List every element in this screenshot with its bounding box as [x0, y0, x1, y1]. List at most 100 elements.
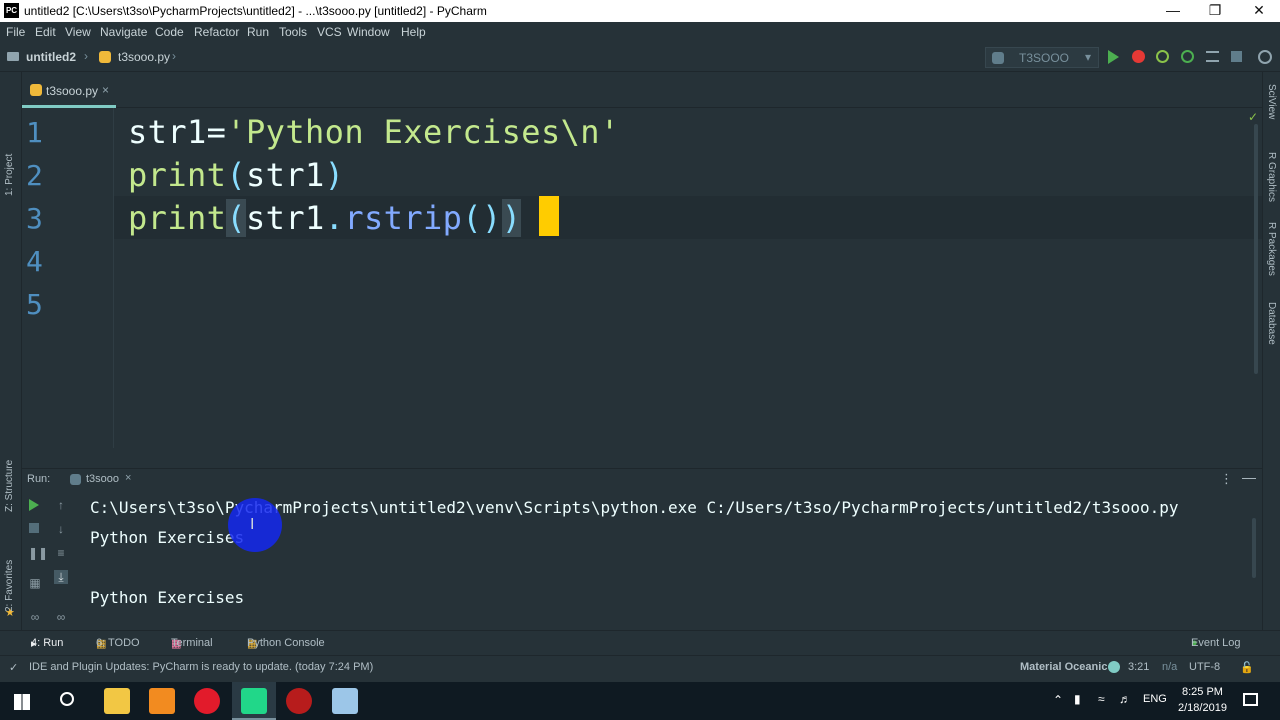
python-file-icon	[30, 84, 42, 96]
pycharm-app-icon: PC	[4, 3, 19, 18]
console-output-line: Python Exercises	[90, 588, 245, 607]
menu-refactor[interactable]: Refactor	[194, 25, 239, 39]
menu-window[interactable]: Window	[347, 25, 390, 39]
tab-run-label: 4: Run	[31, 637, 64, 649]
pycharm-taskbar-active[interactable]	[232, 682, 276, 720]
run-config-select[interactable]: T3SOOO ▾	[985, 47, 1099, 68]
menu-file[interactable]: File	[6, 25, 25, 39]
navigation-bar: untitled2 › t3sooo.py › T3SOOO ▾	[0, 42, 1280, 72]
coverage-icon[interactable]	[1156, 50, 1169, 63]
scroll-to-end-icon[interactable]: ⤓	[54, 570, 68, 584]
notifications-icon[interactable]	[1243, 693, 1258, 706]
up-arrow-icon[interactable]: ↑	[54, 498, 68, 512]
breadcrumb-project[interactable]: untitled2	[26, 50, 76, 64]
run-tab-label[interactable]: t3sooo	[86, 473, 119, 485]
favorites-tool-button[interactable]: 2: Favorites	[4, 560, 15, 612]
code-line-1: str1='Python Exercises\n'	[128, 113, 620, 151]
pause-icon[interactable]: ❚❚	[28, 546, 48, 560]
windows-start-icon[interactable]	[14, 694, 30, 710]
menu-tools[interactable]: Tools	[279, 25, 307, 39]
search-icon[interactable]	[1258, 50, 1272, 64]
code-paren: )	[501, 199, 522, 237]
right-tool-strip: SciView R Graphics R Packages Database	[1262, 72, 1280, 632]
code-token: str1	[246, 199, 325, 237]
python-icon	[70, 474, 81, 485]
code-line-2: print(str1)	[128, 156, 344, 194]
breadcrumb-file[interactable]: t3sooo.py	[118, 50, 170, 64]
menu-run[interactable]: Run	[247, 25, 269, 39]
code-line-3: print(str1.rstrip())	[128, 199, 522, 237]
lock-icon[interactable]: 🔓	[1240, 661, 1254, 674]
search-icon[interactable]	[60, 692, 74, 706]
more-options-icon[interactable]: ⋮	[1220, 471, 1233, 487]
rerun-icon[interactable]	[29, 499, 39, 511]
restore-icon[interactable]: ❐	[1192, 0, 1238, 22]
recorder-icon[interactable]	[286, 688, 312, 714]
down-arrow-icon[interactable]: ↓	[54, 522, 68, 536]
language-indicator[interactable]: ENG	[1143, 693, 1167, 705]
text-cursor-icon: I	[250, 516, 255, 533]
console-scrollbar[interactable]	[1252, 518, 1256, 578]
tab-t3sooo[interactable]: t3sooo.py ×	[22, 72, 116, 108]
minimize-icon[interactable]: —	[1150, 0, 1196, 22]
wifi-icon[interactable]: ≈	[1098, 692, 1105, 706]
app-icon[interactable]	[332, 688, 358, 714]
menu-help[interactable]: Help	[401, 25, 426, 39]
menu-edit[interactable]: Edit	[35, 25, 56, 39]
close-run-tab-icon[interactable]: ×	[125, 472, 131, 484]
line-number: 4	[26, 245, 43, 278]
hide-panel-icon[interactable]: —	[1242, 469, 1256, 485]
battery-icon[interactable]: ▮	[1074, 692, 1081, 706]
tab-event-log-label: Event Log	[1191, 637, 1241, 649]
run-panel-label: Run:	[27, 473, 51, 485]
editor-scrollbar[interactable]	[1254, 124, 1258, 374]
menu-code[interactable]: Code	[155, 25, 184, 39]
r-packages-tool-button[interactable]: R Packages	[1266, 222, 1277, 276]
code-editor[interactable]: 1 2 3 4 5 str1='Python Exercises\n' prin…	[22, 108, 1262, 448]
code-paren: )	[324, 156, 345, 194]
stop-icon[interactable]	[1231, 51, 1242, 62]
chevron-down-icon: ▾	[1085, 50, 1092, 64]
profile-icon[interactable]	[1181, 50, 1194, 63]
folder-icon	[7, 52, 19, 61]
run-icon[interactable]	[1108, 50, 1119, 64]
tab-label: t3sooo.py	[46, 84, 99, 98]
clock-date[interactable]: 2/18/2019	[1178, 702, 1227, 714]
update-icon: ✓	[9, 662, 19, 674]
database-tool-button[interactable]: Database	[1266, 302, 1277, 345]
theme-label[interactable]: Material Oceanic	[1020, 661, 1107, 673]
link-icon[interactable]: ∞	[28, 610, 42, 624]
soft-wrap-icon[interactable]: ≡	[54, 546, 68, 560]
volume-icon[interactable]: ♬	[1119, 692, 1131, 706]
tray-chevron-icon[interactable]: ⌃	[1053, 693, 1063, 707]
clock-time[interactable]: 8:25 PM	[1182, 686, 1223, 698]
sublime-text-icon[interactable]	[149, 688, 175, 714]
file-encoding[interactable]: UTF-8	[1189, 661, 1220, 673]
stop-icon[interactable]	[29, 523, 39, 533]
python-file-icon	[99, 51, 111, 63]
r-graphics-tool-button[interactable]: R Graphics	[1266, 152, 1277, 202]
sciview-tool-button[interactable]: SciView	[1266, 84, 1277, 119]
run-config-label: T3SOOO	[1019, 51, 1070, 65]
menu-vcs[interactable]: VCS	[317, 25, 342, 39]
close-tab-icon[interactable]: ×	[102, 83, 109, 97]
project-tool-button[interactable]: 1: Project	[4, 154, 15, 196]
debug-icon[interactable]	[1132, 50, 1145, 63]
menu-navigate[interactable]: Navigate	[100, 25, 147, 39]
menu-view[interactable]: View	[65, 25, 91, 39]
structure-tool-button[interactable]: Z: Structure	[4, 460, 15, 512]
layout-icon[interactable]: ▦	[28, 576, 42, 590]
line-number: 2	[26, 159, 43, 192]
status-message[interactable]: IDE and Plugin Updates: PyCharm is ready…	[29, 661, 373, 673]
concurrency-icon[interactable]	[1206, 51, 1219, 62]
opera-icon[interactable]	[194, 688, 220, 714]
file-explorer-icon[interactable]	[104, 688, 130, 714]
code-builtin: print	[128, 156, 227, 194]
code-paren: ()	[462, 199, 502, 237]
line-number-gutter: 1 2 3 4 5	[22, 108, 114, 448]
line-separator[interactable]: n/a	[1162, 661, 1177, 673]
caret-position[interactable]: 3:21	[1128, 661, 1149, 673]
link-icon[interactable]: ∞	[54, 610, 68, 624]
close-icon[interactable]: ✕	[1236, 0, 1280, 22]
star-icon: ★	[5, 607, 15, 619]
